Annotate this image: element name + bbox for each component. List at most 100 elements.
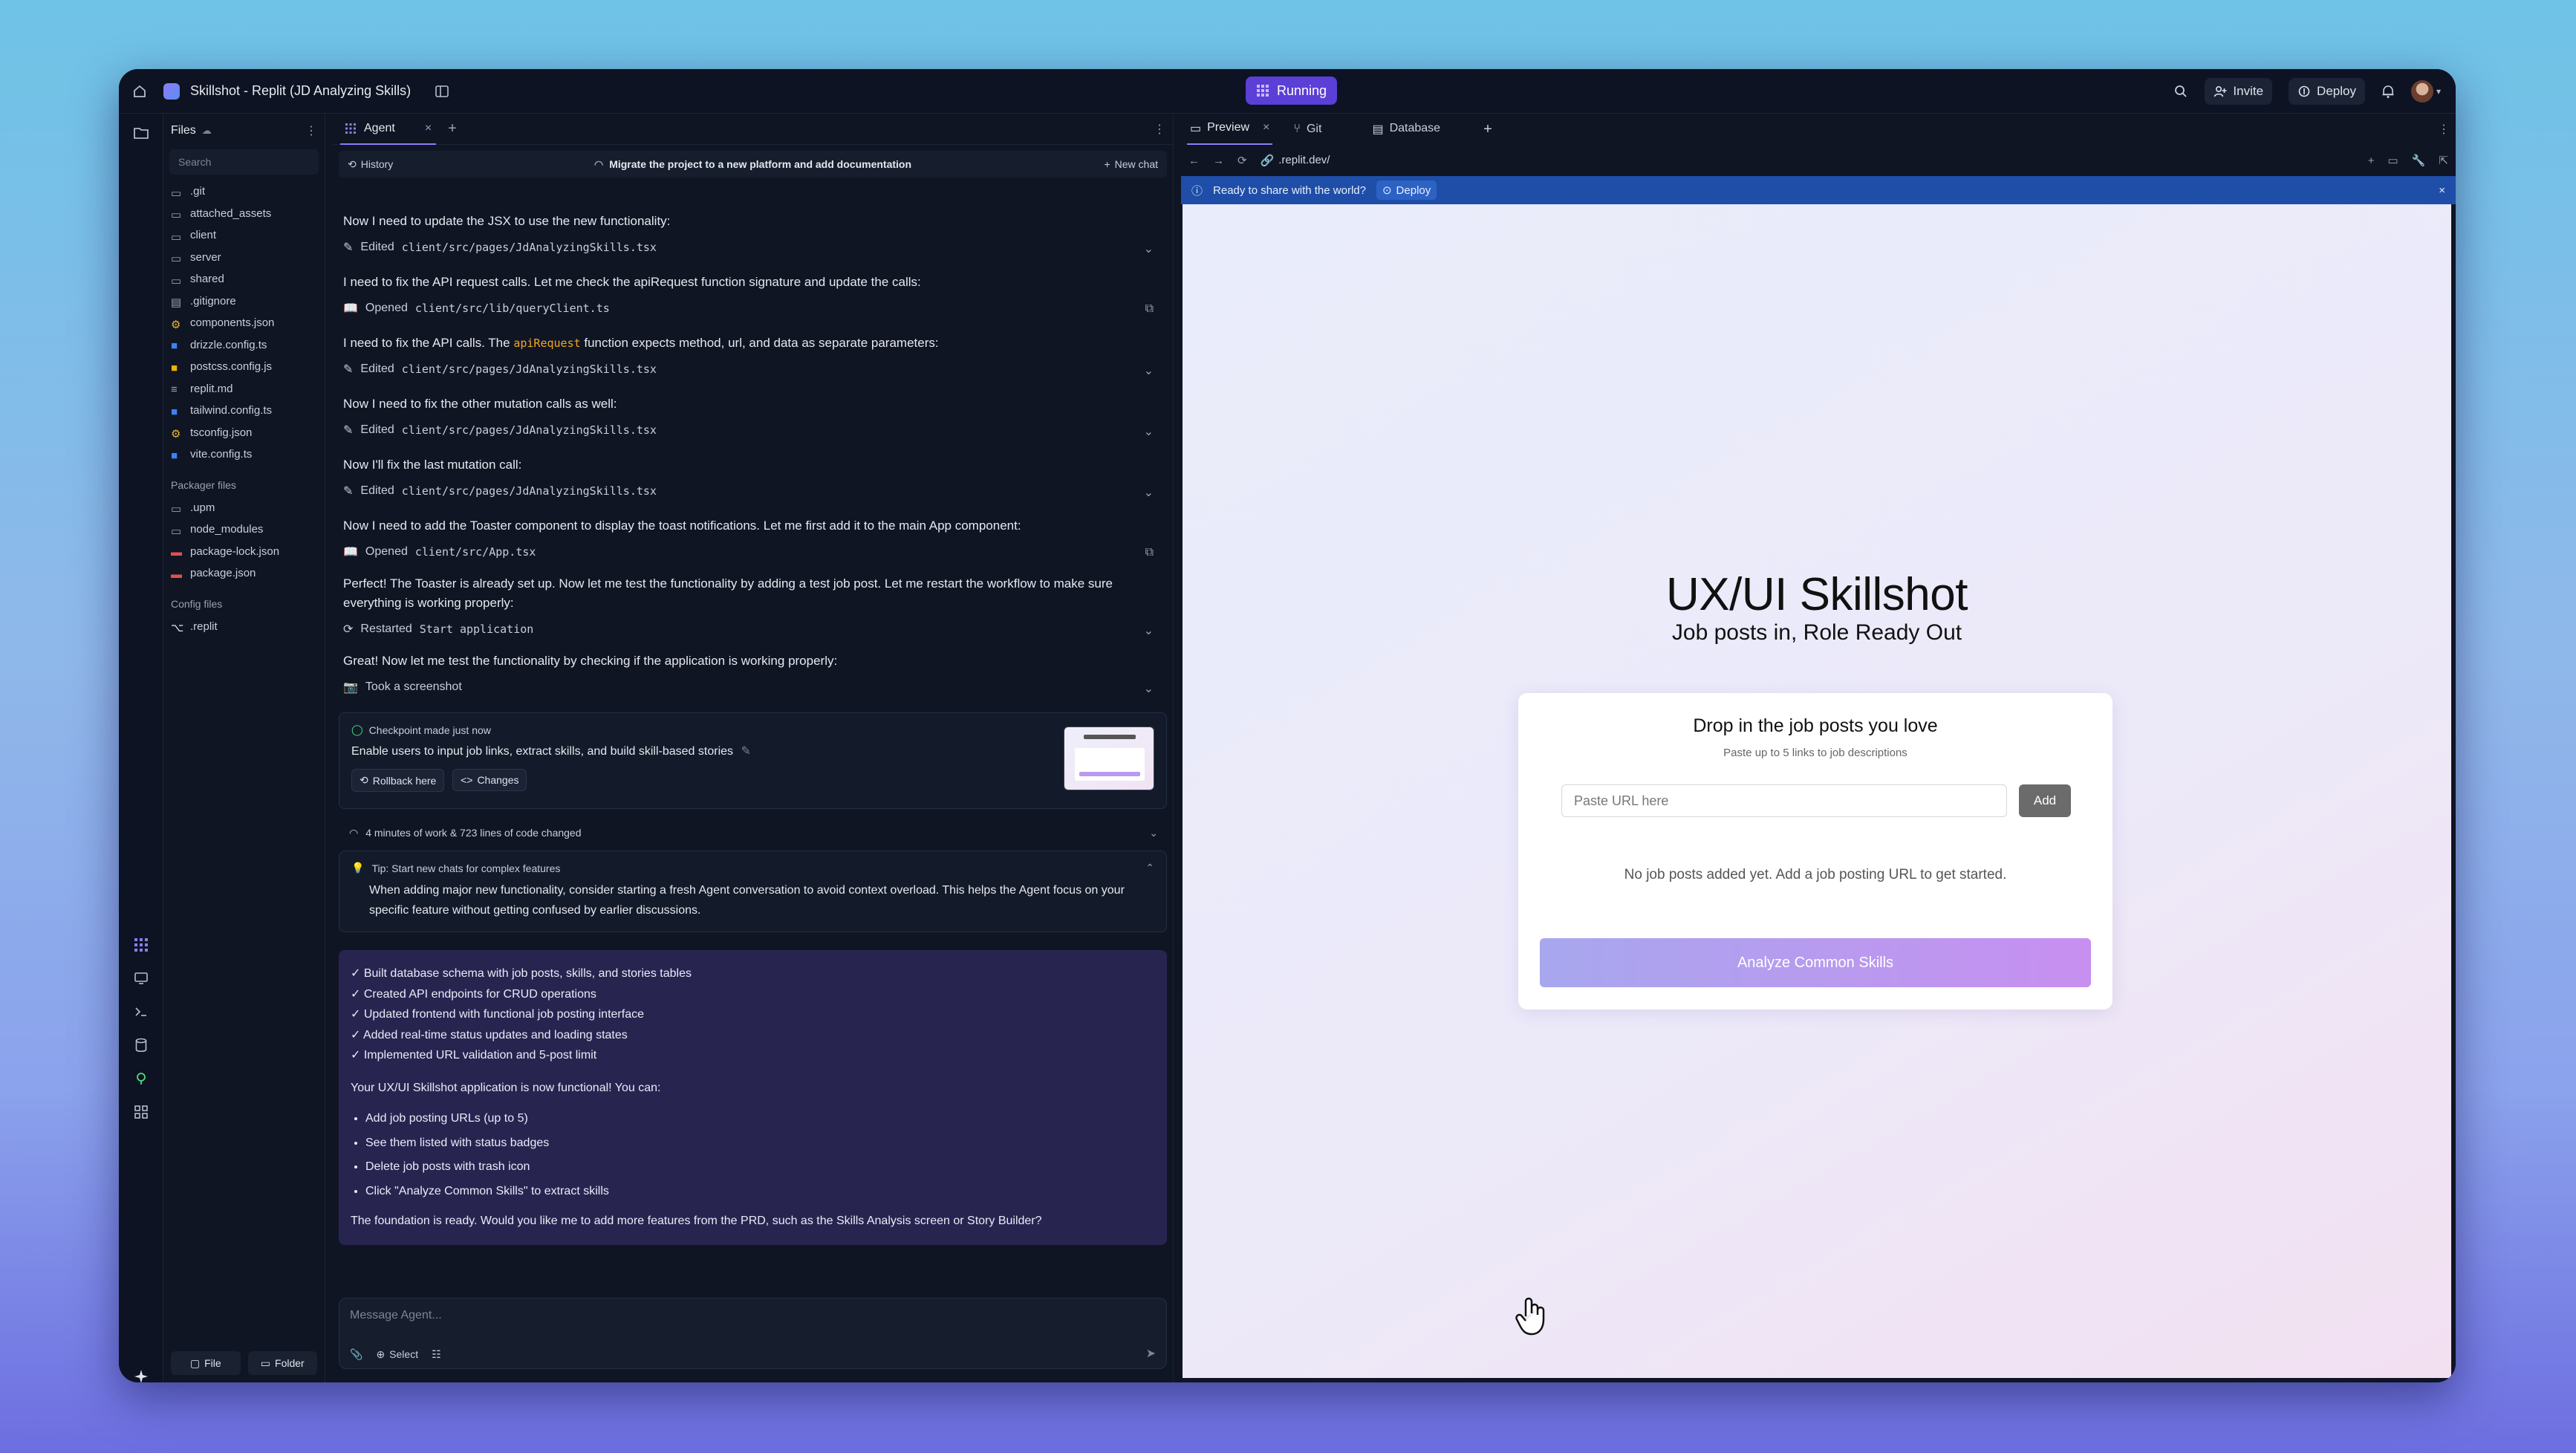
job-url-input[interactable]: Paste URL here [1561, 784, 2007, 817]
terminal-icon[interactable] [131, 1001, 152, 1022]
panel-layout-icon[interactable] [435, 85, 449, 98]
file-tree-item[interactable]: ■ tailwind.config.ts [163, 400, 325, 422]
file-tree-item[interactable]: ▭ node_modules [163, 519, 325, 541]
tab-preview[interactable]: ▭ Preview × [1187, 114, 1273, 145]
file-tree-item[interactable]: ▭ .upm [163, 497, 325, 519]
globe-icon: ⊕ [376, 1348, 386, 1360]
invite-label: Invite [2233, 84, 2264, 98]
run-status-button[interactable]: Running [1246, 77, 1338, 105]
agent-action-row[interactable]: ✎ Edited client/src/pages/JdAnalyzingSkill… [343, 357, 1162, 381]
bell-icon[interactable] [2381, 84, 2395, 99]
forward-arrow-icon[interactable]: → [1213, 155, 1224, 167]
new-chat-button[interactable]: + New chat [1104, 158, 1158, 170]
file-tree-item[interactable]: ■ postcss.config.js [163, 356, 325, 378]
file-tree-item[interactable]: ▤ .gitignore [163, 290, 325, 313]
agent-action-row[interactable]: 📖 Opened client/src/App.tsx ⧉ [343, 540, 1162, 564]
chevron-down-icon[interactable]: ⌄ [1144, 623, 1154, 638]
agent-action-row[interactable]: ⟳ Restarted Start application ⌄ [343, 617, 1162, 641]
agent-action-row[interactable]: ✎ Edited client/src/pages/JdAnalyzingSkill… [343, 479, 1162, 503]
more-options-icon[interactable]: ⋮ [1154, 122, 1165, 137]
file-tree-item[interactable]: ■ vite.config.ts [163, 443, 325, 466]
agent-action-row[interactable]: ✎ Edited client/src/pages/JdAnalyzingSkill… [343, 418, 1162, 442]
files-header: Files ☁ ⋮ [163, 114, 325, 148]
deploy-icon: ⊙ [1382, 184, 1392, 197]
new-tab-icon[interactable]: + [448, 120, 457, 137]
message-composer[interactable]: Message Agent... 📎 ⊕ Select ☷ ➤ [339, 1298, 1167, 1369]
agent-action-row[interactable]: ✎ Edited client/src/pages/JdAnalyzingSkill… [343, 235, 1162, 259]
file-tree-item[interactable]: ▭ attached_assets [163, 203, 325, 225]
open-external-icon[interactable]: ⇱ [2439, 154, 2448, 167]
sparkle-icon[interactable] [131, 1366, 152, 1382]
search-icon[interactable] [2173, 84, 2188, 99]
banner-deploy-button[interactable]: ⊙ Deploy [1376, 181, 1437, 200]
checkpoint-thumbnail[interactable] [1064, 726, 1154, 790]
agent-action-row[interactable]: 📖 Opened client/src/lib/queryClient.ts ⧉ [343, 296, 1162, 320]
close-tab-icon[interactable]: × [1263, 121, 1269, 136]
banner-deploy-label: Deploy [1396, 183, 1431, 197]
chevron-down-icon[interactable]: ⌄ [1144, 681, 1154, 696]
chevron-down-icon[interactable]: ⌄ [1144, 363, 1154, 378]
file-tree-item[interactable]: ▬ package.json [163, 562, 325, 585]
new-folder-button[interactable]: ▭ Folder [247, 1351, 317, 1375]
file-tree-item[interactable]: ≡ replit.md [163, 378, 325, 400]
history-button[interactable]: ⟲ History [348, 158, 393, 171]
new-window-icon[interactable]: + [2368, 155, 2375, 167]
more-options-icon[interactable]: ⋮ [2438, 122, 2450, 137]
new-file-button[interactable]: ▢ File [171, 1351, 241, 1375]
tab-database[interactable]: ▤ Database [1372, 122, 1440, 137]
files-search-input[interactable]: Search [169, 149, 319, 175]
agent-message: I need to fix the API calls. The apiRequ… [343, 334, 1162, 353]
rollback-button[interactable]: ⟲ Rollback here [351, 769, 445, 792]
apps-grid-icon[interactable] [131, 1102, 152, 1122]
deploy-button[interactable]: Deploy [2289, 78, 2365, 105]
invite-button[interactable]: Invite [2205, 78, 2273, 105]
file-tree-item[interactable]: ▭ shared [163, 268, 325, 290]
send-icon[interactable]: ➤ [1146, 1346, 1156, 1361]
tab-git[interactable]: ⑂ Git [1293, 123, 1321, 136]
changes-button[interactable]: <> Changes [452, 769, 527, 791]
open-file-icon[interactable]: ⧉ [1145, 546, 1154, 559]
file-name: shared [190, 273, 224, 286]
new-tab-icon[interactable]: + [1483, 121, 1492, 138]
chevron-down-icon[interactable]: ⌄ [1144, 424, 1154, 439]
edit-pencil-icon[interactable]: ✎ [741, 745, 750, 758]
open-file-icon[interactable]: ⧉ [1145, 302, 1154, 316]
reload-icon[interactable]: ⟳ [1237, 154, 1247, 167]
tab-agent[interactable]: Agent × [340, 114, 437, 145]
work-summary-row[interactable]: ◠ 4 minutes of work & 723 lines of code … [339, 821, 1167, 845]
secrets-icon[interactable] [131, 1068, 152, 1089]
file-tree-item[interactable]: ⚙ tsconfig.json [163, 422, 325, 444]
file-tree-item[interactable]: ■ drizzle.config.ts [163, 334, 325, 357]
chevron-up-icon[interactable]: ⌃ [1145, 862, 1154, 874]
devtools-wrench-icon[interactable]: 🔧 [2412, 154, 2426, 167]
file-tree-item[interactable]: ▬ package-lock.json [163, 541, 325, 563]
add-url-button[interactable]: Add [2019, 784, 2071, 817]
agent-action-row[interactable]: 📷 Took a screenshot ⌄ [343, 675, 1162, 699]
action-file-path: client/src/pages/JdAnalyzingSkills.tsx [401, 241, 657, 254]
file-tree-item[interactable]: ⚙ components.json [163, 312, 325, 334]
analyze-skills-button[interactable]: Analyze Common Skills [1540, 938, 2091, 987]
close-banner-icon[interactable]: × [2439, 184, 2445, 197]
attach-icon[interactable]: 📎 [350, 1348, 362, 1361]
project-switcher[interactable]: Skillshot - Replit (JD Analyzing Skills) [163, 82, 449, 100]
file-tree-item[interactable]: ⌥ .replit [163, 616, 325, 638]
select-element-button[interactable]: ⊕ Select [376, 1348, 418, 1361]
close-tab-icon[interactable]: × [425, 122, 432, 135]
devices-icon[interactable]: ▭ [2388, 154, 2398, 167]
user-avatar[interactable]: ▾ [2410, 80, 2441, 103]
more-options-icon[interactable]: ⋮ [305, 123, 317, 138]
database-icon[interactable] [131, 1035, 152, 1056]
chevron-down-icon[interactable]: ⌄ [1144, 241, 1154, 256]
file-name: package.json [190, 567, 256, 580]
back-arrow-icon[interactable]: ← [1188, 155, 1200, 167]
monitor-icon[interactable] [131, 968, 152, 989]
files-icon[interactable] [131, 123, 152, 143]
agent-icon[interactable] [131, 934, 152, 955]
file-tree-item[interactable]: ▭ server [163, 247, 325, 269]
url-field[interactable]: 🔗 .replit.dev/ [1261, 154, 2355, 167]
file-tree-item[interactable]: ▭ client [163, 224, 325, 247]
home-icon[interactable] [131, 82, 149, 100]
file-tree-item[interactable]: ▭ .git [163, 181, 325, 203]
settings-sliders-icon[interactable]: ☷ [432, 1348, 441, 1361]
chevron-down-icon[interactable]: ⌄ [1144, 485, 1154, 500]
